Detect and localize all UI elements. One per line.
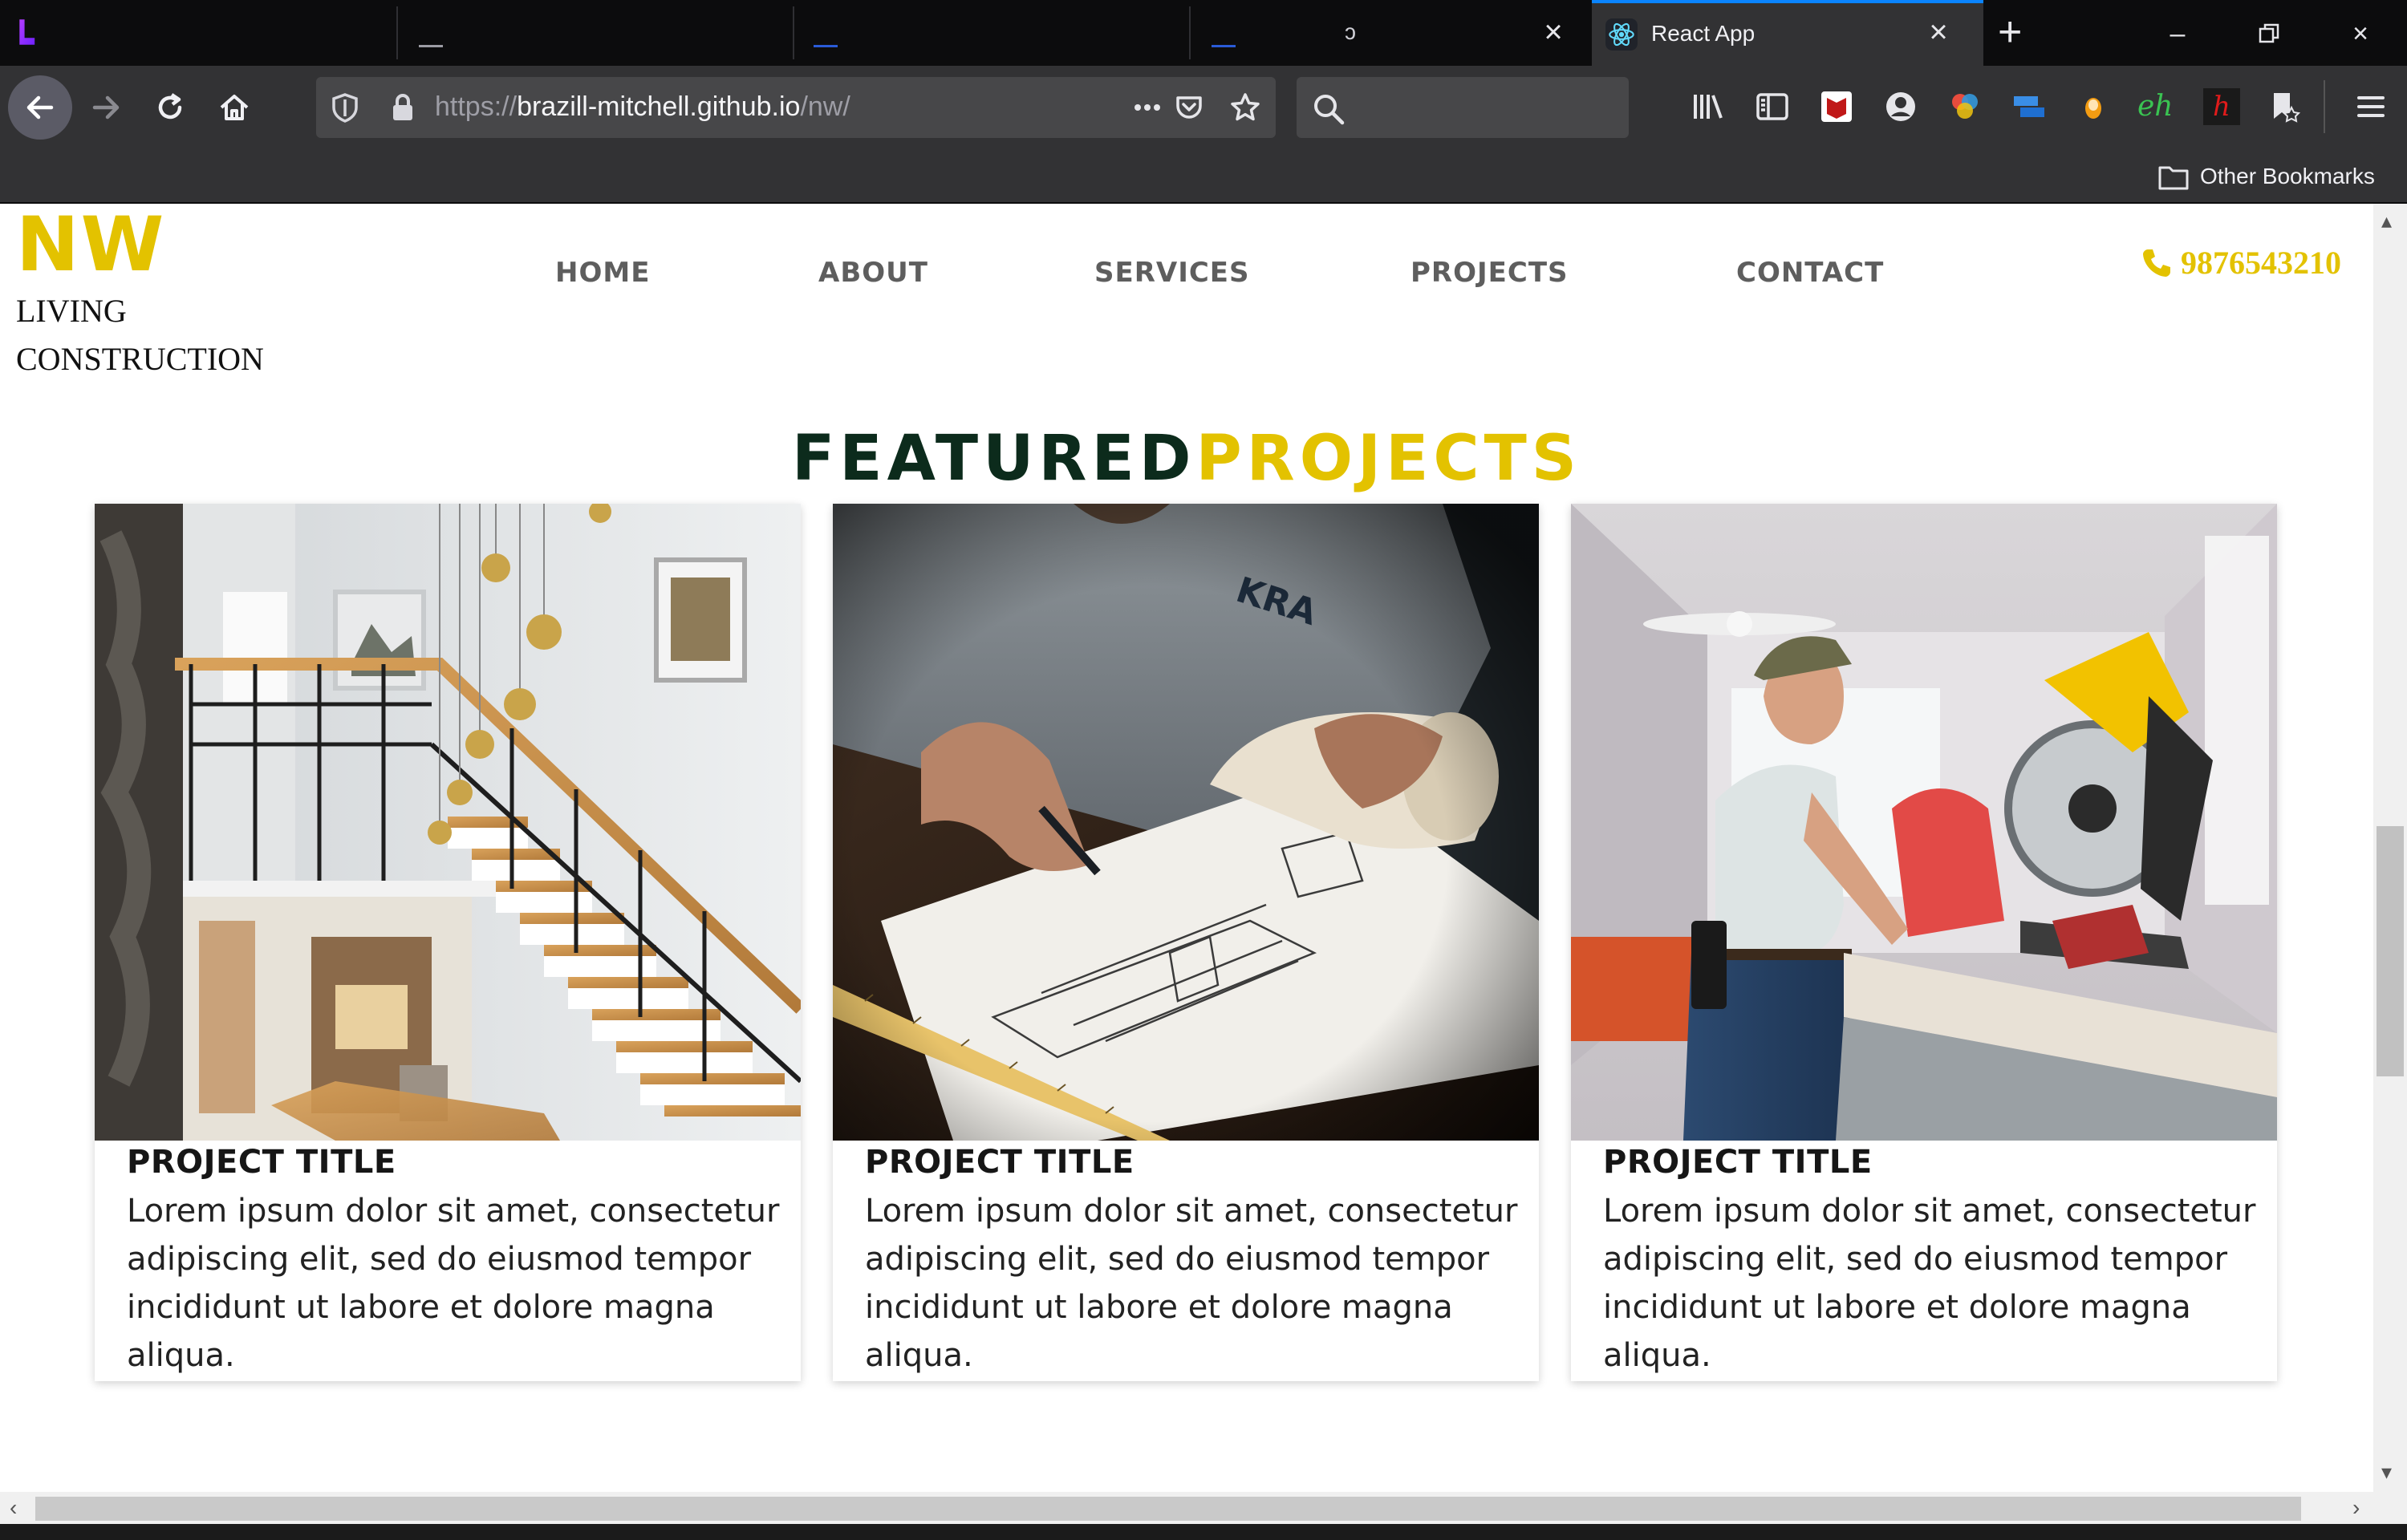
pocket-icon[interactable] bbox=[1173, 91, 1205, 124]
url-bar[interactable]: https://brazill-mitchell.github.io/nw/ bbox=[316, 77, 1276, 138]
section-title: FEATUREDPROJECTS bbox=[0, 419, 2373, 499]
url-text[interactable]: https://brazill-mitchell.github.io/nw/ bbox=[435, 91, 850, 123]
nav-home[interactable]: HOME bbox=[555, 257, 650, 297]
project-title: PROJECT TITLE bbox=[127, 1144, 396, 1181]
section-title-part-2: PROJECTS bbox=[1195, 423, 1581, 495]
project-description: Lorem ipsum dolor sit amet, consectetur … bbox=[865, 1193, 1518, 1374]
tab-separator bbox=[793, 6, 794, 59]
project-image-blueprint: KRA bbox=[833, 504, 1539, 1141]
lock-icon[interactable] bbox=[387, 91, 419, 124]
logo-nw: NW bbox=[16, 204, 166, 289]
scroll-right-icon[interactable]: › bbox=[2352, 1495, 2360, 1521]
scroll-left-icon[interactable]: ‹ bbox=[10, 1495, 17, 1521]
search-input[interactable] bbox=[1297, 77, 1629, 138]
nav-about[interactable]: ABOUT bbox=[818, 257, 928, 297]
phone-number: 9876543210 bbox=[2181, 245, 2341, 281]
eh-icon[interactable]: eh bbox=[2137, 88, 2174, 125]
page-viewport: NW LIVING CONSTRUCTION HOME ABOUT SERVIC… bbox=[0, 204, 2373, 1492]
nav-projects[interactable]: PROJECTS bbox=[1411, 257, 1569, 297]
back-arrow-icon[interactable] bbox=[8, 75, 72, 140]
tab-favicon-icon[interactable] bbox=[1212, 45, 1236, 47]
h-icon[interactable]: h bbox=[2203, 88, 2240, 125]
project-card[interactable]: PROJECT TITLE Lorem ipsum dolor sit amet… bbox=[95, 504, 801, 1381]
shield-icon[interactable] bbox=[329, 91, 361, 124]
project-image-workers bbox=[1571, 504, 2277, 1141]
more-icon[interactable] bbox=[1131, 91, 1163, 124]
other-bookmarks[interactable]: Other Bookmarks bbox=[2158, 160, 2375, 192]
react-icon bbox=[1605, 18, 1638, 51]
tab-favicon-icon[interactable] bbox=[419, 45, 443, 47]
phone-link[interactable]: 9876543210 bbox=[2141, 244, 2341, 282]
project-title: PROJECT TITLE bbox=[865, 1144, 1134, 1181]
project-card[interactable]: KRA PROJECT TITLE Lorem ipsum dolor sit … bbox=[833, 504, 1539, 1381]
extension-icon[interactable] bbox=[2075, 88, 2112, 125]
bookmark-icon[interactable] bbox=[2266, 88, 2303, 125]
app-logo-icon[interactable] bbox=[14, 16, 48, 50]
folder-icon bbox=[2158, 166, 2189, 190]
minimize-icon[interactable]: – bbox=[2158, 14, 2197, 53]
vertical-scrollbar[interactable]: ▴ ▾ bbox=[2373, 204, 2407, 1492]
site-logo[interactable]: NW LIVING CONSTRUCTION bbox=[16, 204, 264, 383]
nav-contact[interactable]: CONTACT bbox=[1736, 257, 1884, 297]
nav-services[interactable]: SERVICES bbox=[1094, 257, 1250, 297]
sidebar-icon[interactable] bbox=[1754, 88, 1791, 125]
tab-title-fragment[interactable]: ↄ bbox=[1345, 19, 1356, 45]
horizontal-scrollbar[interactable]: ‹ › bbox=[0, 1492, 2407, 1524]
project-image-staircase bbox=[95, 504, 801, 1141]
project-title: PROJECT TITLE bbox=[1603, 1144, 1873, 1181]
tab-react-app[interactable]: React App × bbox=[1592, 0, 1983, 66]
toolbar-separator bbox=[2324, 80, 2325, 133]
scrollbar-thumb[interactable] bbox=[35, 1497, 2301, 1521]
project-card[interactable]: PROJECT TITLE Lorem ipsum dolor sit amet… bbox=[1571, 504, 2277, 1381]
new-tab-icon[interactable]: + bbox=[1998, 11, 2022, 53]
project-description: Lorem ipsum dolor sit amet, consectetur … bbox=[127, 1193, 780, 1374]
bookmarks-bar: Other Bookmarks bbox=[0, 149, 2407, 204]
logo-line-2: CONSTRUCTION bbox=[16, 341, 264, 377]
reload-icon[interactable] bbox=[138, 75, 202, 140]
tab-title: React App bbox=[1651, 21, 1756, 46]
taskbar bbox=[0, 1524, 2407, 1540]
close-window-icon[interactable]: × bbox=[2341, 14, 2380, 53]
tab-separator bbox=[396, 6, 398, 59]
search-icon bbox=[1314, 95, 1345, 125]
tab-bar: ↄ × React App × + – × bbox=[0, 0, 2407, 66]
tab-separator bbox=[1189, 6, 1191, 59]
scroll-up-icon[interactable]: ▴ bbox=[2381, 209, 2392, 233]
extension-icon[interactable] bbox=[2011, 88, 2048, 125]
phone-icon bbox=[2143, 249, 2170, 277]
forward-arrow-icon[interactable] bbox=[74, 75, 138, 140]
logo-line-1: LIVING bbox=[16, 293, 127, 329]
library-icon[interactable] bbox=[1690, 88, 1727, 125]
tab-close-icon[interactable]: × bbox=[1921, 14, 1956, 50]
scrollbar-thumb[interactable] bbox=[2377, 826, 2404, 1076]
account-icon[interactable] bbox=[1882, 88, 1919, 125]
bookmark-folder-label: Other Bookmarks bbox=[2200, 164, 2375, 188]
navigation-toolbar: https://brazill-mitchell.github.io/nw/ e… bbox=[0, 66, 2407, 149]
home-icon[interactable] bbox=[202, 75, 266, 140]
menu-icon[interactable] bbox=[2352, 88, 2389, 125]
project-description: Lorem ipsum dolor sit amet, consectetur … bbox=[1603, 1193, 2256, 1374]
tab-favicon-icon[interactable] bbox=[814, 45, 838, 47]
star-icon[interactable] bbox=[1229, 91, 1261, 124]
tab-close-icon[interactable]: × bbox=[1536, 14, 1571, 50]
restore-icon[interactable] bbox=[2250, 14, 2288, 53]
color-picker-icon[interactable] bbox=[1946, 88, 1983, 125]
scroll-down-icon[interactable]: ▾ bbox=[2381, 1460, 2392, 1485]
mcafee-icon[interactable] bbox=[1818, 88, 1855, 125]
section-title-part-1: FEATURED bbox=[792, 423, 1196, 495]
